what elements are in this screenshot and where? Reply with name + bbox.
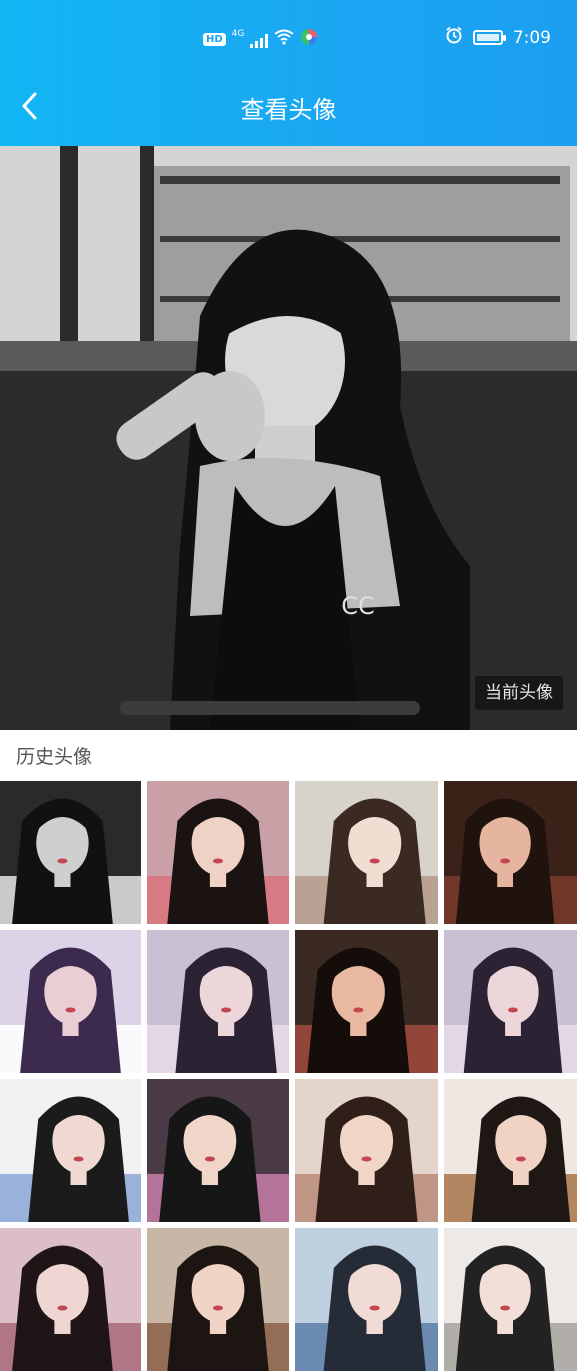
history-avatar-thumbnail[interactable] <box>295 781 438 924</box>
clock-time: 7:09 <box>512 27 551 48</box>
app-header: HD 4G 7:09 查看头像 <box>0 0 577 146</box>
history-avatar-thumbnail[interactable] <box>444 1079 577 1222</box>
avatar-photo <box>444 1245 577 1371</box>
history-avatar-thumbnail[interactable] <box>147 1228 289 1371</box>
avatar-photo <box>444 798 577 924</box>
hd-badge: HD <box>203 33 226 46</box>
history-avatar-thumbnail[interactable] <box>295 930 438 1073</box>
page-title: 查看头像 <box>240 96 337 124</box>
current-avatar-photo: CC <box>0 146 577 730</box>
current-avatar-image[interactable]: CC 当前头像 <box>0 146 577 730</box>
avatar-photo <box>444 947 577 1073</box>
alarm-icon <box>445 26 463 49</box>
avatar-photo <box>0 1245 141 1371</box>
history-avatar-thumbnail[interactable] <box>147 781 289 924</box>
avatar-photo <box>0 798 141 924</box>
history-avatar-thumbnail[interactable] <box>444 781 577 924</box>
avatar-photo <box>295 1245 438 1371</box>
history-avatar-thumbnail[interactable] <box>0 781 141 924</box>
network-type: 4G <box>231 28 245 39</box>
svg-text:CC: CC <box>341 592 375 620</box>
history-avatar-thumbnail[interactable] <box>295 1079 438 1222</box>
status-bar: HD 4G 7:09 <box>0 22 577 56</box>
history-avatars-grid <box>0 781 577 1371</box>
avatar-photo <box>0 947 141 1073</box>
avatar-photo <box>147 798 289 924</box>
navigation-bar: 查看头像 <box>0 80 577 136</box>
history-avatar-thumbnail[interactable] <box>147 1079 289 1222</box>
history-avatars-heading: 历史头像 <box>16 746 93 768</box>
avatar-photo <box>147 1096 289 1222</box>
history-avatar-thumbnail[interactable] <box>0 930 141 1073</box>
wifi-icon <box>274 29 294 50</box>
avatar-photo <box>147 1245 289 1371</box>
avatar-photo <box>0 1096 141 1222</box>
history-avatar-thumbnail[interactable] <box>0 1079 141 1222</box>
avatar-photo <box>295 1096 438 1222</box>
history-avatar-thumbnail[interactable] <box>0 1228 141 1371</box>
history-avatar-thumbnail[interactable] <box>444 1228 577 1371</box>
avatar-photo <box>295 798 438 924</box>
history-avatar-thumbnail[interactable] <box>147 930 289 1073</box>
status-left: HD 4G <box>203 28 318 51</box>
history-avatar-thumbnail[interactable] <box>444 930 577 1073</box>
avatar-photo <box>295 947 438 1073</box>
signal-icon <box>250 32 269 48</box>
app-status-icon <box>300 28 318 51</box>
status-right: 7:09 <box>445 26 551 49</box>
history-avatar-thumbnail[interactable] <box>295 1228 438 1371</box>
current-avatar-badge: 当前头像 <box>475 676 563 710</box>
avatar-photo <box>444 1096 577 1222</box>
avatar-photo <box>147 947 289 1073</box>
battery-icon <box>472 30 506 45</box>
